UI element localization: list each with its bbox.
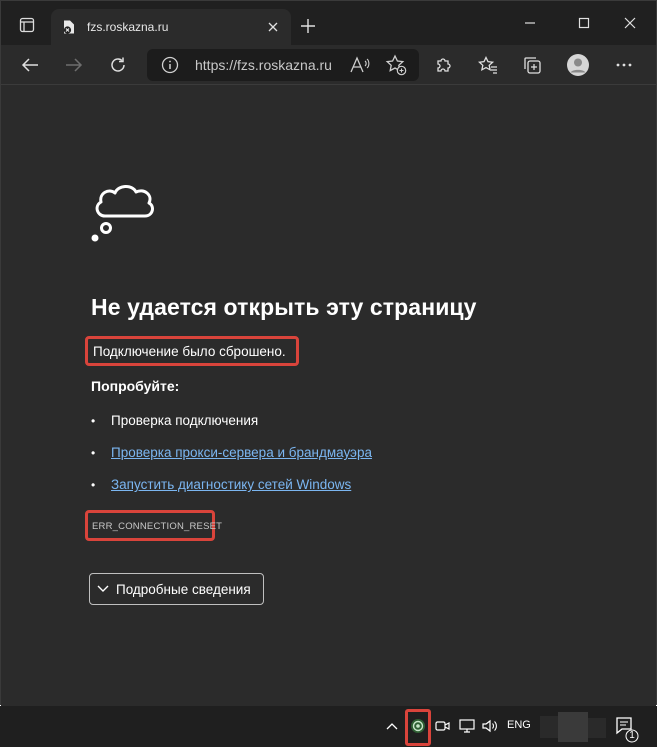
speaker-icon (482, 719, 497, 733)
read-aloud-button[interactable] (349, 55, 371, 75)
suggestion-check-connection: • Проверка подключения (91, 413, 258, 428)
collections-icon (524, 57, 541, 74)
bullet: • (91, 445, 96, 460)
maximize-icon (578, 17, 590, 29)
error-page: Не удается открыть эту страницу Подключе… (1, 86, 656, 706)
chevron-down-icon (90, 585, 116, 593)
back-button[interactable] (15, 51, 45, 79)
arrow-left-icon (21, 58, 38, 72)
error-message: Подключение было сброшено. (85, 336, 299, 366)
tab-actions-icon (19, 17, 35, 33)
chevron-up-icon (386, 723, 398, 730)
tab-close-button[interactable] (261, 15, 285, 39)
read-aloud-icon (350, 56, 370, 73)
close-icon (268, 22, 278, 32)
avatar-icon (567, 54, 589, 76)
network-icon (459, 719, 475, 733)
page-error-icon (61, 19, 77, 35)
bullet: • (91, 413, 96, 428)
error-title: Не удается открыть эту страницу (91, 294, 477, 320)
blurred-clock-area (540, 712, 606, 742)
network-button[interactable] (458, 714, 476, 738)
puzzle-icon (437, 58, 451, 72)
maximize-button[interactable] (569, 11, 599, 35)
info-icon[interactable] (161, 56, 179, 74)
volume-button[interactable] (481, 714, 499, 738)
refresh-icon (111, 57, 125, 72)
input-language[interactable]: ENG (507, 719, 531, 731)
refresh-button[interactable] (103, 51, 133, 79)
suggestion-text: Проверка подключения (111, 413, 259, 428)
more-icon (616, 63, 632, 67)
favorites-icon (478, 56, 497, 74)
add-favorite-button[interactable] (385, 54, 407, 76)
suggestion-network-diagnostics[interactable]: • Запустить диагностику сетей Windows (91, 477, 351, 492)
close-icon (624, 17, 636, 29)
show-hidden-icons-button[interactable] (384, 714, 400, 738)
browser-window: fzs.roskazna.ru https://fzs.roskazna.ru … (0, 0, 657, 706)
taskbar: ENG 1 (0, 706, 657, 747)
minimize-button[interactable] (515, 11, 545, 35)
highlight-box (405, 709, 431, 746)
close-window-button[interactable] (615, 11, 645, 35)
address-bar[interactable]: https://fzs.roskazna.ru (147, 49, 419, 81)
plus-icon (301, 19, 315, 33)
toolbar: https://fzs.roskazna.ru (1, 45, 656, 85)
thought-cloud-icon (91, 185, 154, 242)
extensions-button[interactable] (429, 51, 459, 79)
arrow-right-icon (66, 58, 83, 72)
camera-icon (435, 721, 450, 731)
url-text[interactable]: https://fzs.roskazna.ru (195, 57, 332, 73)
error-code: ERR_CONNECTION_RESET (85, 510, 222, 541)
collections-button[interactable] (517, 51, 547, 79)
forward-button[interactable] (59, 51, 89, 79)
details-button-label: Подробные сведения (116, 581, 251, 597)
minimize-icon (525, 22, 535, 24)
network-diagnostics-link[interactable]: Запустить диагностику сетей Windows (111, 477, 351, 492)
meet-now-button[interactable] (434, 714, 452, 738)
title-bar: fzs.roskazna.ru (1, 1, 656, 45)
bullet: • (91, 477, 96, 492)
try-heading: Попробуйте: (91, 378, 180, 394)
notifications-button[interactable]: 1 (613, 714, 643, 744)
tab-actions-button[interactable] (13, 13, 41, 37)
check-proxy-link[interactable]: Проверка прокси-сервера и брандмауэра (111, 445, 372, 460)
new-tab-button[interactable] (297, 15, 319, 37)
favorites-button[interactable] (473, 51, 503, 79)
details-button[interactable]: Подробные сведения (89, 573, 264, 605)
settings-menu-button[interactable] (609, 51, 639, 79)
notification-count: 1 (629, 730, 635, 741)
profile-button[interactable] (563, 51, 593, 79)
tab-title: fzs.roskazna.ru (87, 20, 169, 34)
suggestion-check-proxy[interactable]: • Проверка прокси-сервера и брандмауэра (91, 445, 372, 460)
tab-active[interactable]: fzs.roskazna.ru (51, 9, 291, 45)
star-add-icon (385, 54, 407, 76)
